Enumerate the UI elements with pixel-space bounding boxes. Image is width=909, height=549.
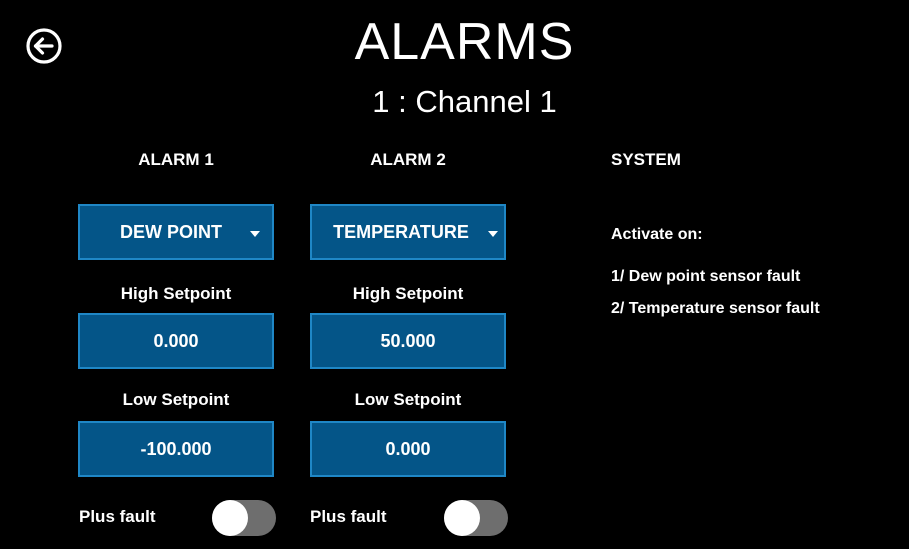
alarm1-plus-fault-label: Plus fault: [79, 507, 156, 526]
alarm2-low-setpoint-field[interactable]: 0.000: [310, 421, 506, 477]
channel-subtitle: 1 : Channel 1: [372, 84, 557, 119]
alarm1-low-setpoint-value: -100.000: [140, 438, 212, 459]
chevron-down-icon: [488, 231, 498, 237]
alarm2-low-setpoint-value: 0.000: [385, 438, 431, 459]
alarm1-high-setpoint-value: 0.000: [153, 330, 199, 351]
alarm1-type-value: DEW POINT: [120, 221, 222, 242]
alarm2-plus-fault-toggle[interactable]: [444, 500, 508, 536]
toggle-knob: [212, 500, 248, 536]
system-fault-item: 2/ Temperature sensor fault: [611, 300, 820, 317]
alarm1-heading: ALARM 1: [138, 150, 214, 169]
alarm2-heading: ALARM 2: [370, 150, 446, 169]
alarm2-high-setpoint-field[interactable]: 50.000: [310, 313, 506, 369]
alarm1-high-setpoint-field[interactable]: 0.000: [78, 313, 274, 369]
alarm2-high-setpoint-value: 50.000: [380, 330, 436, 351]
alarm2-type-value: TEMPERATURE: [333, 221, 469, 242]
toggle-knob: [444, 500, 480, 536]
alarm1-type-dropdown[interactable]: DEW POINT: [78, 204, 274, 260]
alarm2-low-setpoint-label: Low Setpoint: [354, 390, 462, 409]
page-title: ALARMS: [354, 13, 575, 71]
alarm1-low-setpoint-label: Low Setpoint: [122, 390, 230, 409]
alarm2-high-setpoint-label: High Setpoint: [352, 284, 464, 303]
system-heading: SYSTEM: [611, 150, 681, 169]
system-fault-item: 1/ Dew point sensor fault: [611, 268, 801, 285]
alarm1-plus-fault-toggle[interactable]: [212, 500, 276, 536]
system-activate-label: Activate on:: [611, 226, 703, 243]
alarm2-type-dropdown[interactable]: TEMPERATURE: [310, 204, 506, 260]
chevron-down-icon: [250, 231, 260, 237]
alarm2-plus-fault-label: Plus fault: [310, 507, 387, 526]
alarm1-low-setpoint-field[interactable]: -100.000: [78, 421, 274, 477]
alarm1-high-setpoint-label: High Setpoint: [120, 284, 232, 303]
